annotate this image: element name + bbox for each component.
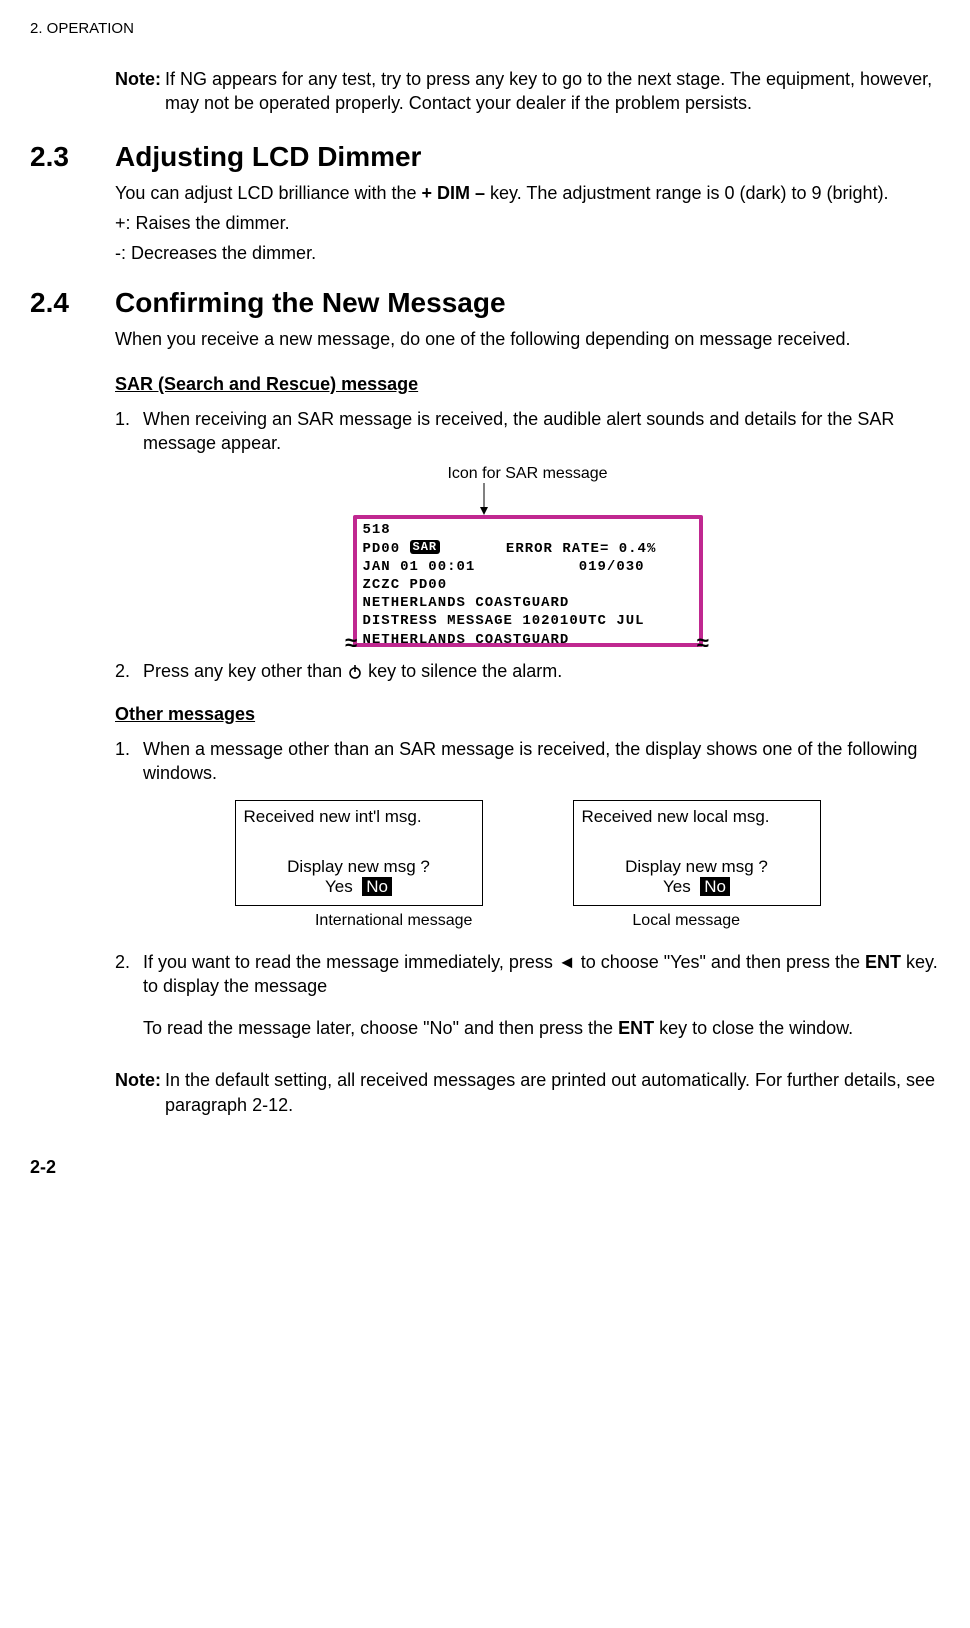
note-label: Note: (115, 67, 161, 116)
key-name: + DIM – (422, 183, 486, 203)
note-1: Note: If NG appears for any test, try to… (115, 67, 940, 116)
sar-badge-icon: SAR (410, 540, 441, 554)
dialog-prompt: Display new msg ? (244, 857, 474, 877)
page-number: 2-2 (30, 1157, 940, 1178)
step-body: Press any key other than key to silence … (143, 659, 940, 686)
dialog-options: Yes No (244, 877, 474, 897)
section-2-3-heading: 2.3 Adjusting LCD Dimmer (30, 141, 940, 173)
lcd-row: DISTRESS MESSAGE 102010UTC JUL (363, 612, 693, 630)
step-body: If you want to read the message immediat… (143, 950, 940, 1059)
dialog-options: Yes No (582, 877, 812, 897)
step-number: 1. (115, 407, 143, 456)
section-number: 2.4 (30, 287, 115, 319)
sec23-minus: -: Decreases the dimmer. (115, 241, 940, 265)
text: Press any key other than (143, 661, 347, 681)
section-2-4-heading: 2.4 Confirming the New Message (30, 287, 940, 319)
text: If you want to read the message immediat… (143, 952, 558, 972)
text: key. The adjustment range is 0 (dark) to… (485, 183, 889, 203)
text: To read the message later, choose "No" a… (143, 1018, 618, 1038)
other-step-1: 1. When a message other than an SAR mess… (115, 737, 940, 786)
note-body: In the default setting, all received mes… (161, 1068, 940, 1117)
note-body: If NG appears for any test, try to press… (161, 67, 940, 116)
dialog-local: Received new local msg. Display new msg … (573, 800, 821, 906)
lcd-screen: 518 PD00 SAR ERROR RATE= 0.4% JAN 01 00:… (353, 515, 703, 646)
lcd-row: JAN 01 00:01 019/030 (363, 558, 693, 576)
option-yes: Yes (663, 877, 691, 896)
sec24-intro: When you receive a new message, do one o… (115, 327, 940, 351)
sar-step-1: 1. When receiving an SAR message is rece… (115, 407, 940, 456)
running-header: 2. OPERATION (30, 20, 940, 37)
sar-figure-caption: Icon for SAR message (343, 465, 713, 483)
text: key to close the window. (654, 1018, 853, 1038)
lcd-row: 518 (363, 521, 693, 539)
option-no-selected: No (362, 877, 392, 896)
sar-step-2: 2. Press any key other than key to silen… (115, 659, 940, 686)
lcd-row: NETHERLANDS COASTGUARD (363, 594, 693, 612)
sar-figure: Icon for SAR message 518 PD00 SAR ERROR … (343, 465, 713, 646)
dialog-title: Received new int'l msg. (244, 807, 474, 827)
section-title: Confirming the New Message (115, 287, 506, 319)
text: ERROR RATE= 0.4% (440, 541, 656, 557)
step-body: When receiving an SAR message is receive… (143, 407, 940, 456)
section-title: Adjusting LCD Dimmer (115, 141, 421, 173)
step-number: 2. (115, 659, 143, 686)
sec23-para1: You can adjust LCD brilliance with the +… (115, 181, 940, 205)
text: You can adjust LCD brilliance with the (115, 183, 422, 203)
sec23-plus: +: Raises the dimmer. (115, 211, 940, 235)
note-2: Note: In the default setting, all receiv… (115, 1068, 940, 1117)
other-subheading: Other messages (115, 704, 940, 725)
text: to choose "Yes" and then press the (576, 952, 865, 972)
sar-subheading: SAR (Search and Rescue) message (115, 374, 940, 395)
power-icon (347, 662, 363, 686)
lcd-row: NETHERLANDS COASTGUARD (363, 631, 693, 649)
dialog-local-caption: Local message (632, 912, 740, 930)
left-arrow-icon: ◄ (558, 952, 576, 972)
text: key to silence the alarm. (368, 661, 562, 681)
text: PD00 (363, 541, 410, 557)
dialog-title: Received new local msg. (582, 807, 812, 827)
continuation-icon: ≈ (345, 631, 359, 660)
continuation-icon: ≈ (696, 631, 710, 660)
key-name: ENT (865, 952, 901, 972)
step-body: When a message other than an SAR message… (143, 737, 940, 786)
note-label: Note: (115, 1068, 161, 1117)
arrow-down-icon (299, 483, 669, 515)
dialog-intl: Received new int'l msg. Display new msg … (235, 800, 483, 906)
key-name: ENT (618, 1018, 654, 1038)
step-number: 1. (115, 737, 143, 786)
dialog-prompt: Display new msg ? (582, 857, 812, 877)
option-yes: Yes (325, 877, 353, 896)
step-number: 2. (115, 950, 143, 1059)
lcd-row: PD00 SAR ERROR RATE= 0.4% (363, 540, 693, 558)
option-no-selected: No (700, 877, 730, 896)
lcd-row: ZCZC PD00 (363, 576, 693, 594)
dialog-intl-caption: International message (315, 912, 472, 930)
section-number: 2.3 (30, 141, 115, 173)
other-step-2: 2. If you want to read the message immed… (115, 950, 940, 1059)
